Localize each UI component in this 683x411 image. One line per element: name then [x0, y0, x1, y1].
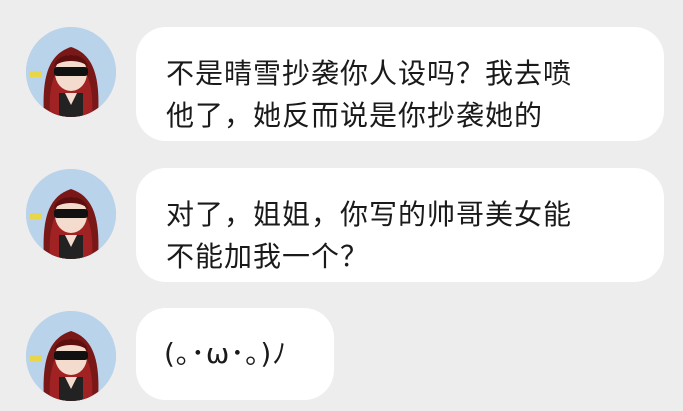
avatar-image: [26, 169, 116, 259]
message-text-line: 对了，姐姐，你写的帅哥美女能: [166, 198, 573, 231]
message-bubble[interactable]: 对了，姐姐，你写的帅哥美女能 不能加我一个？: [136, 168, 664, 282]
message-text-line: (｡･ω･｡)ﾉ: [164, 337, 288, 370]
avatar-image: [26, 311, 116, 401]
avatar-image: [26, 27, 116, 117]
message-text-line: 他了，她反而说是你抄袭她的: [166, 99, 544, 132]
message-text-line: 不能加我一个？: [166, 240, 370, 273]
message-bubble[interactable]: 不是晴雪抄袭你人设吗？我去喷 他了，她反而说是你抄袭她的: [136, 27, 664, 141]
avatar[interactable]: [26, 311, 116, 401]
message-bubble[interactable]: (｡･ω･｡)ﾉ: [136, 308, 334, 400]
avatar[interactable]: [26, 27, 116, 117]
avatar[interactable]: [26, 169, 116, 259]
message-text-line: 不是晴雪抄袭你人设吗？我去喷: [166, 57, 573, 90]
